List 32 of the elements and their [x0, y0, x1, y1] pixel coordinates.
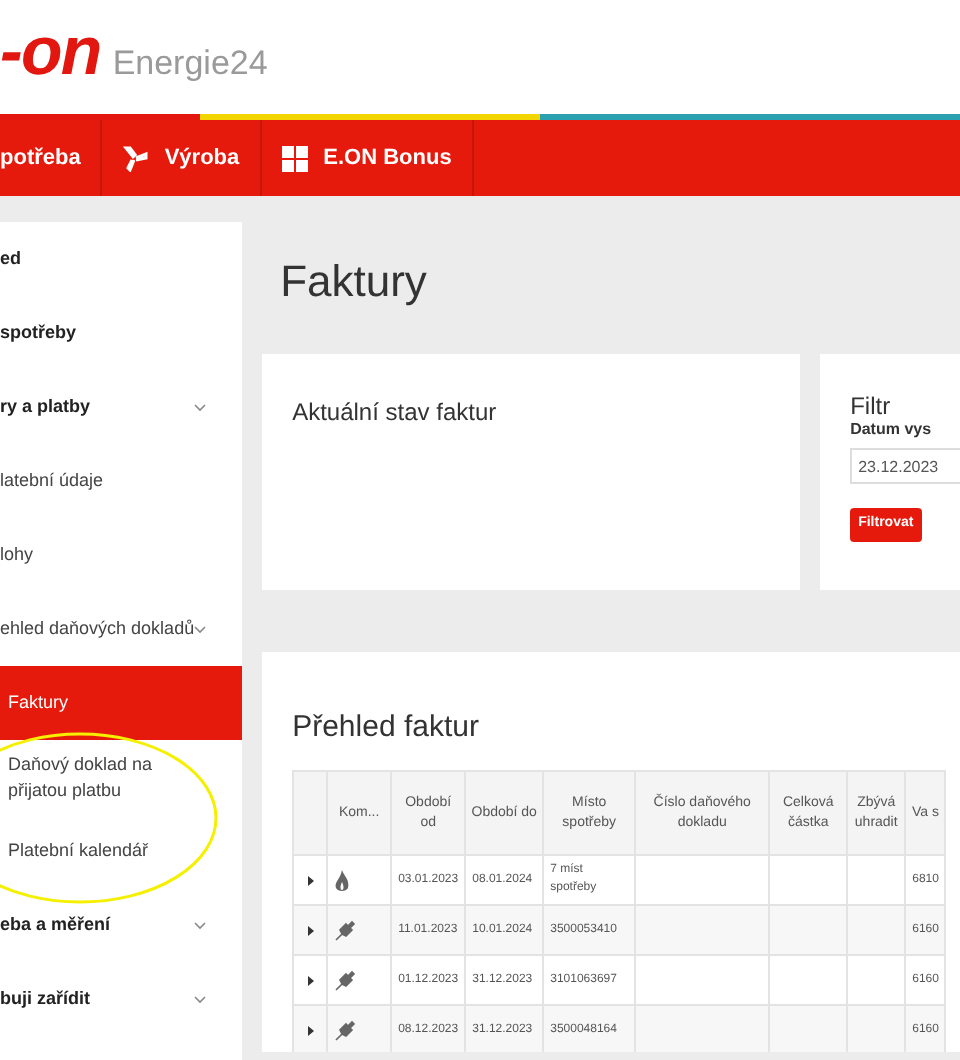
filter-title: Filtr — [850, 394, 891, 418]
plug-icon — [334, 1019, 357, 1041]
sidebar-item[interactable]: eba a měření — [0, 888, 243, 962]
sidebar-item[interactable]: ry a platby — [0, 370, 243, 444]
nav-tab[interactable]: potřeba — [0, 120, 103, 196]
date-label: Datum vys — [850, 418, 932, 442]
sidebar-item[interactable]: buji zařídit — [0, 962, 243, 1036]
expand-arrow-icon[interactable] — [307, 925, 314, 935]
plug-icon — [334, 969, 357, 991]
grid-icon — [281, 145, 308, 171]
sidebar-item[interactable]: lohy — [0, 518, 243, 592]
section-title: Přehled faktur — [292, 708, 481, 748]
expand-arrow-icon[interactable] — [307, 875, 314, 885]
product-name: Energie24 — [112, 46, 268, 80]
page-title: Faktury — [280, 254, 429, 310]
expand-arrow-icon[interactable] — [307, 1025, 314, 1035]
sidebar-item[interactable]: spotřeby — [0, 296, 243, 370]
expand-arrow-icon[interactable] — [307, 975, 314, 985]
sidebar-item[interactable]: Daňový doklad na přijatou platbu — [0, 740, 243, 814]
sidebar-item[interactable]: ehled daňových dokladů — [0, 592, 243, 666]
turbine-icon — [122, 145, 149, 171]
card-title: Aktuální stav faktur — [292, 396, 499, 430]
logo: -on — [0, 18, 101, 86]
date-input[interactable]: 23.12.2023 — [850, 448, 960, 484]
nav-tab[interactable]: E.ON Bonus — [261, 120, 474, 196]
flame-icon — [334, 869, 351, 891]
sidebar-item[interactable]: Platební kalendář — [0, 814, 243, 888]
plug-icon — [334, 919, 357, 941]
sidebar-item[interactable]: ed — [0, 222, 243, 296]
sidebar-item[interactable]: Faktury — [0, 666, 243, 740]
nav-tab[interactable]: Výroba — [102, 120, 262, 196]
sidebar-item[interactable]: latební údaje — [0, 444, 243, 518]
